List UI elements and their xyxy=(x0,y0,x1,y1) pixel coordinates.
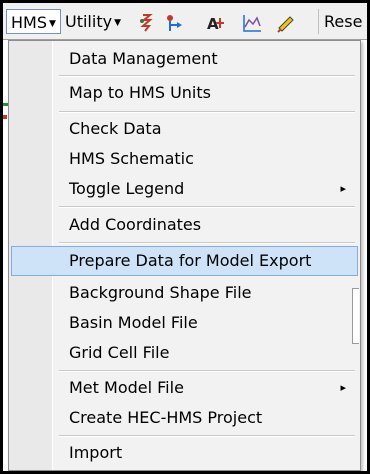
menu-item-check-data[interactable]: Check Data xyxy=(11,115,358,143)
menu-item-label: Check Data xyxy=(69,119,162,138)
menu-item-import[interactable]: Import xyxy=(11,439,358,467)
menu-item-label: Add Coordinates xyxy=(69,215,202,234)
menu-item-met-model-file[interactable]: Met Model File ▸ xyxy=(11,374,358,402)
hms-dropdown-menu: Data Management Map to HMS Units Check D… xyxy=(8,40,361,471)
submenu-arrow-icon: ▸ xyxy=(340,182,346,195)
menu-item-basin-model-file[interactable]: Basin Model File xyxy=(11,309,358,337)
profile-graph-icon[interactable] xyxy=(241,12,263,34)
menu-item-toggle-legend[interactable]: Toggle Legend ▸ xyxy=(11,175,358,203)
menu-item-label: Prepare Data for Model Export xyxy=(69,251,312,270)
menu-item-label: Import xyxy=(69,443,123,462)
menu-item-add-coordinates[interactable]: Add Coordinates xyxy=(11,211,358,239)
menu-item-label: Create HEC-HMS Project xyxy=(69,408,263,427)
attribute-tool-icon[interactable]: A xyxy=(206,12,228,34)
menu-item-label: Data Management xyxy=(69,49,218,68)
menu-item-prepare-data-for-model-export[interactable]: Prepare Data for Model Export xyxy=(11,246,358,276)
menu-separator xyxy=(59,206,355,208)
hms-menu-label: HMS xyxy=(11,13,47,32)
menu-item-label: Met Model File xyxy=(69,378,184,397)
flow-path-icon[interactable] xyxy=(163,12,185,34)
scrollbar-stub xyxy=(352,288,359,344)
hydrograph-tool-icon[interactable] xyxy=(135,12,157,34)
edit-pencil-icon[interactable] xyxy=(275,12,297,34)
menu-item-hms-schematic[interactable]: HMS Schematic xyxy=(11,145,358,173)
menu-item-label: Map to HMS Units xyxy=(69,83,211,102)
menu-item-label: Background Shape File xyxy=(69,283,252,302)
menu-separator xyxy=(59,435,355,437)
dropdown-arrow-icon: ▼ xyxy=(114,18,121,28)
toolbar-separator xyxy=(318,9,319,34)
menu-separator xyxy=(59,242,355,244)
toolbar: HMS ▼ Utility ▼ A Rese xyxy=(3,3,367,40)
menu-item-create-hec-hms-project[interactable]: Create HEC-HMS Project xyxy=(11,404,358,432)
map-feature-mark xyxy=(3,115,7,119)
menu-item-data-management[interactable]: Data Management xyxy=(11,45,358,73)
menu-separator xyxy=(59,370,355,372)
menu-separator xyxy=(59,75,355,77)
submenu-arrow-icon: ▸ xyxy=(340,381,346,394)
hms-menu-button[interactable]: HMS ▼ xyxy=(6,9,61,34)
menu-item-map-to-hms-units[interactable]: Map to HMS Units xyxy=(11,79,358,107)
utility-menu-button[interactable]: Utility ▼ xyxy=(61,9,133,34)
menu-item-label: Toggle Legend xyxy=(69,179,185,198)
res-menu-button[interactable]: Rese xyxy=(321,9,370,34)
menu-item-grid-cell-file[interactable]: Grid Cell File xyxy=(11,339,358,367)
menu-item-label: HMS Schematic xyxy=(69,149,194,168)
dropdown-arrow-icon: ▼ xyxy=(49,19,56,29)
menu-item-label: Grid Cell File xyxy=(69,343,170,362)
menu-separator xyxy=(59,111,355,113)
menu-item-background-shape-file[interactable]: Background Shape File xyxy=(11,279,358,307)
menu-item-label: Basin Model File xyxy=(69,313,198,332)
utility-menu-label: Utility xyxy=(65,12,113,31)
